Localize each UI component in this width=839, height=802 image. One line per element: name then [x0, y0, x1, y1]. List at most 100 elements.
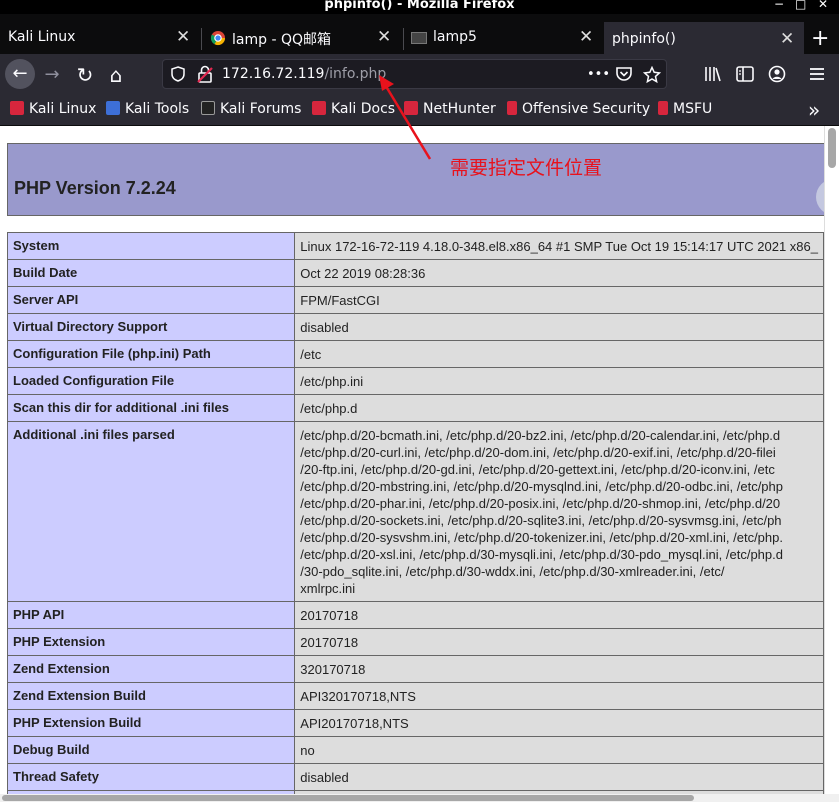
row-key: Scan this dir for additional .ini files [6, 394, 296, 422]
reload-button[interactable]: ↻ [71, 61, 99, 89]
row-value: API320170718,NTS [294, 682, 824, 710]
bookmark-kali-linux[interactable]: Kali Linux [10, 101, 96, 117]
scrollbar-thumb[interactable] [828, 128, 836, 168]
offsec-icon [507, 101, 517, 115]
forward-button[interactable]: → [38, 61, 66, 89]
row-value: Linux 172-16-72-119 4.18.0-348.el8.x86_6… [294, 232, 824, 260]
bookmark-offensive-security[interactable]: Offensive Security [507, 101, 650, 117]
url-text[interactable]: 172.16.72.119/info.php [222, 66, 386, 82]
row-key: Configuration File (php.ini) Path [6, 340, 296, 368]
minimize-button[interactable]: − [774, 0, 784, 11]
ini-line: /30-pdo_sqlite.ini, /etc/php.d/30-wddx.i… [300, 564, 725, 579]
bookmark-label: MSFU [673, 101, 713, 117]
tab-close-icon[interactable]: ✕ [377, 27, 391, 47]
hamburger-menu-icon[interactable] [809, 67, 825, 81]
horizontal-scrollbar[interactable] [0, 794, 839, 802]
table-row: Debug Build no [6, 736, 824, 764]
row-value: /etc [294, 340, 824, 368]
row-value: /etc/php.ini [294, 367, 824, 395]
kali-icon [10, 101, 24, 115]
row-value: 320170718 [294, 655, 824, 683]
table-row: System Linux 172-16-72-119 4.18.0-348.el8… [6, 232, 824, 260]
msfu-icon [658, 101, 668, 115]
row-key: Additional .ini files parsed [6, 421, 296, 602]
pocket-icon[interactable] [615, 66, 633, 82]
table-row: Zend Extension Build API320170718,NTS [6, 682, 824, 710]
row-value: FPM/FastCGI [294, 286, 824, 314]
row-key: Build Date [6, 259, 296, 287]
tab-close-icon[interactable]: ✕ [176, 27, 190, 47]
page-favicon-icon [411, 32, 427, 44]
row-value: 20170718 [294, 628, 824, 656]
row-key: Virtual Directory Support [6, 313, 296, 341]
vertical-scrollbar[interactable] [824, 126, 839, 794]
insecure-lock-icon[interactable] [197, 65, 213, 83]
table-row: Thread Safety disabled [6, 763, 824, 791]
annotation-text: 需要指定文件位置 [450, 157, 603, 179]
tab-lamp5[interactable]: lamp5 ✕ [404, 22, 604, 54]
row-value: no [294, 736, 824, 764]
table-row: Zend Extension 320170718 [6, 655, 824, 683]
bookmark-label: Offensive Security [522, 101, 651, 117]
row-value: API20170718,NTS [294, 709, 824, 737]
url-host: 172.16.72.119 [222, 66, 325, 82]
scrollbar-thumb[interactable] [2, 795, 694, 801]
bookmark-label: Kali Tools [125, 101, 190, 117]
bookmark-kali-tools[interactable]: Kali Tools [106, 101, 189, 117]
tab-phpinfo[interactable]: phpinfo() ✕ [604, 22, 804, 54]
ini-line: /etc/php.d/20-sysvshm.ini, /etc/php.d/20… [300, 530, 783, 545]
back-button[interactable]: ← [5, 59, 35, 89]
close-window-button[interactable]: ✕ [818, 0, 828, 11]
bookmark-label: Kali Linux [29, 101, 97, 117]
row-value: Oct 22 2019 08:28:36 [294, 259, 824, 287]
window-titlebar: phpinfo() - Mozilla Firefox − □ ✕ [0, 0, 839, 14]
row-key: PHP Extension Build [6, 709, 296, 737]
row-key: Debug Build [6, 736, 296, 764]
row-value: 20170718 [294, 601, 824, 629]
ini-line: /etc/php.d/20-phar.ini, /etc/php.d/20-po… [300, 496, 781, 511]
bookmarks-overflow-button[interactable]: » [808, 98, 820, 122]
tracking-shield-icon[interactable] [171, 66, 185, 82]
row-value: disabled [294, 763, 824, 791]
tab-label: lamp - QQ邮箱 [232, 32, 331, 48]
table-row: PHP Extension Build API20170718,NTS [6, 709, 824, 737]
tab-strip: Kali Linux ✕ lamp - QQ邮箱 ✕ lamp5 ✕ phpin… [0, 14, 839, 54]
table-row: Configuration File (php.ini) Path/etc [6, 340, 824, 368]
home-button[interactable]: ⌂ [102, 61, 130, 89]
table-row: Scan this dir for additional .ini files /… [6, 394, 824, 422]
row-key: Zend Extension Build [6, 682, 296, 710]
row-key: Zend Extension [6, 655, 296, 683]
row-key: PHP API [6, 601, 296, 629]
row-key: Thread Safety [6, 763, 296, 791]
library-icon[interactable] [704, 66, 722, 82]
bookmark-star-icon[interactable] [643, 66, 661, 84]
ini-line: /etc/php.d/20-curl.ini, /etc/php.d/20-do… [300, 445, 776, 460]
ini-line: /etc/php.d/20-xsl.ini, /etc/php.d/30-mys… [300, 547, 783, 562]
tab-close-icon[interactable]: ✕ [780, 29, 794, 49]
kali-forums-icon [201, 101, 215, 115]
ini-line: /20-ftp.ini, /etc/php.d/20-gd.ini, /etc/… [300, 462, 775, 477]
kali-tools-icon [106, 101, 120, 115]
table-row: Virtual Directory Support disabled [6, 313, 824, 341]
tab-close-icon[interactable]: ✕ [579, 27, 593, 47]
table-row: Additional .ini files parsed /etc/php.d/… [6, 421, 824, 602]
sidebar-icon[interactable] [736, 66, 754, 82]
row-value-ini-list: /etc/php.d/20-bcmath.ini, /etc/php.d/20-… [294, 421, 824, 602]
php-version-title: PHP Version 7.2.24 [14, 178, 176, 198]
bookmark-kali-forums[interactable]: Kali Forums [201, 101, 301, 117]
bookmark-msfu[interactable]: MSFU [658, 101, 712, 117]
tab-label: lamp5 [433, 29, 477, 45]
maximize-button[interactable]: □ [795, 0, 806, 11]
row-value: /etc/php.d [294, 394, 824, 422]
account-icon[interactable] [768, 65, 786, 83]
tab-qq-mail[interactable]: lamp - QQ邮箱 ✕ [202, 22, 402, 54]
php-logo [816, 179, 824, 215]
new-tab-button[interactable]: + [811, 26, 829, 51]
table-row: Server API FPM/FastCGI [6, 286, 824, 314]
ini-line: xmlrpc.ini [300, 581, 356, 596]
table-row: Loaded Configuration File/etc/php.ini [6, 367, 824, 395]
tab-kali-linux[interactable]: Kali Linux ✕ [0, 22, 200, 54]
window-title: phpinfo() - Mozilla Firefox [324, 0, 515, 12]
bookmark-label: Kali Forums [220, 101, 302, 117]
page-actions-button[interactable]: ••• [587, 67, 610, 82]
